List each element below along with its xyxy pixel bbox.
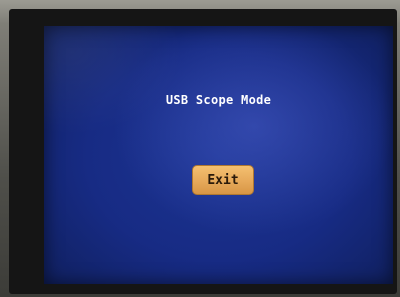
- screen-glare: [44, 26, 184, 136]
- lcd-screen: USB Scope Mode Exit: [44, 26, 393, 284]
- exit-button[interactable]: Exit: [192, 165, 254, 195]
- mode-title: USB Scope Mode: [165, 93, 272, 107]
